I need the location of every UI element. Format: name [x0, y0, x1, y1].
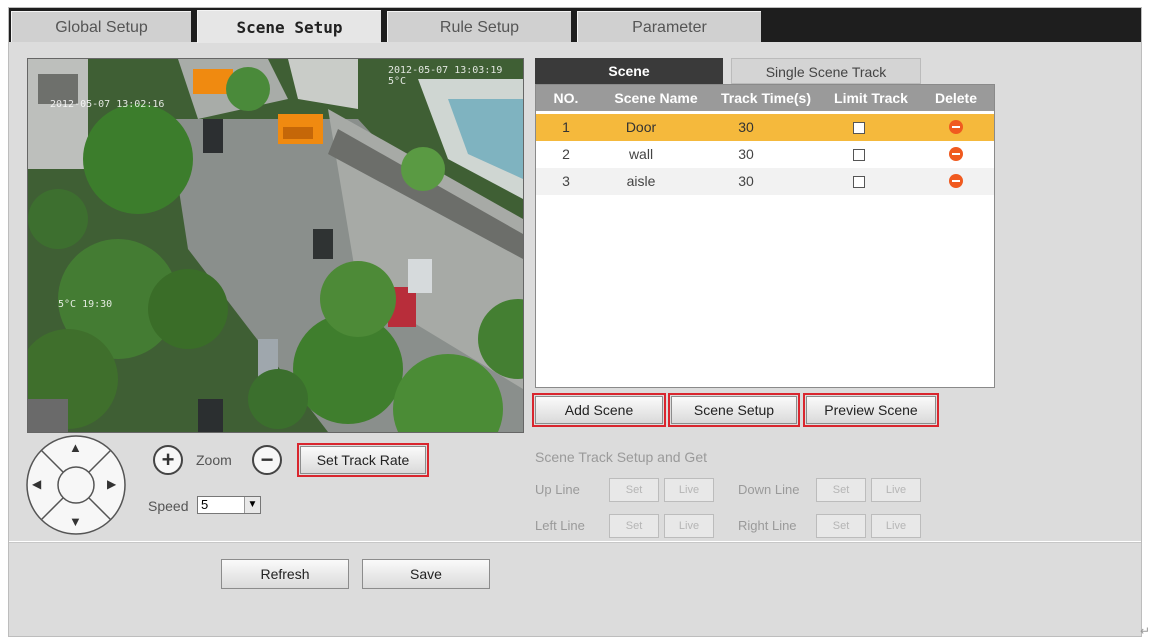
delete-icon[interactable]: [949, 174, 963, 188]
table-row[interactable]: 3 aisle 30: [536, 168, 994, 195]
up-line-label: Up Line: [535, 482, 580, 497]
scene-setup-panel: Global Setup Scene Setup Rule Setup Para…: [8, 7, 1142, 637]
row-scene-name: Door: [625, 119, 657, 135]
chevron-down-icon[interactable]: ▼: [244, 497, 260, 513]
speed-value: 5: [201, 497, 209, 512]
left-line-set-button[interactable]: Set: [609, 514, 659, 538]
down-line-label: Down Line: [738, 482, 800, 497]
section-divider-shadow: [9, 542, 1141, 543]
left-line-live-button[interactable]: Live: [664, 514, 714, 538]
osd-overlay-mid: 5°C 19:30: [58, 299, 113, 310]
scene-setup-button[interactable]: Scene Setup: [668, 393, 800, 427]
row-track-time: 30: [738, 146, 754, 162]
tab-scene-setup[interactable]: Scene Setup: [197, 10, 381, 43]
down-line-set-button[interactable]: Set: [816, 478, 866, 502]
right-line-label: Right Line: [738, 518, 797, 533]
osd-timestamp: 2012-05-07 13:03:19 5°C: [388, 65, 503, 87]
track-setup-title: Scene Track Setup and Get: [535, 449, 707, 465]
ptz-up-arrow-icon[interactable]: ▲: [69, 440, 82, 455]
col-no-header: NO.: [553, 90, 579, 106]
col-scene-name-header: Scene Name: [614, 90, 698, 106]
row-no: 1: [562, 119, 570, 135]
down-line-live-button[interactable]: Live: [871, 478, 921, 502]
col-track-time-header: Track Time(s): [720, 90, 811, 106]
row-no: 3: [562, 173, 570, 189]
speed-select[interactable]: 5 ▼: [197, 496, 261, 514]
table-row[interactable]: 2 wall 30: [536, 141, 994, 168]
col-limit-track-header: Limit Track: [834, 90, 908, 106]
speed-label: Speed: [148, 498, 189, 514]
row-track-time: 30: [738, 173, 754, 189]
tab-rule-setup[interactable]: Rule Setup: [387, 11, 571, 42]
scene-table: NO. Scene Name Track Time(s) Limit Track…: [535, 84, 995, 388]
scene-table-header: NO. Scene Name Track Time(s) Limit Track…: [536, 85, 994, 111]
ptz-left-arrow-icon[interactable]: ◀: [32, 477, 41, 491]
zoom-label: Zoom: [196, 452, 232, 468]
set-track-rate-button[interactable]: Set Track Rate: [297, 443, 429, 477]
right-line-live-button[interactable]: Live: [871, 514, 921, 538]
row-no: 2: [562, 146, 570, 162]
zoom-out-button[interactable]: −: [252, 445, 282, 475]
row-scene-name: aisle: [626, 173, 656, 189]
camera-image: [28, 59, 523, 432]
tab-single-scene-track[interactable]: Single Scene Track: [731, 58, 921, 84]
add-scene-button[interactable]: Add Scene: [532, 393, 666, 427]
preview-scene-button[interactable]: Preview Scene: [803, 393, 939, 427]
zoom-in-button[interactable]: +: [153, 445, 183, 475]
up-line-live-button[interactable]: Live: [664, 478, 714, 502]
col-delete-header: Delete: [934, 90, 978, 106]
refresh-button[interactable]: Refresh: [221, 559, 349, 589]
limit-track-checkbox[interactable]: [853, 176, 865, 188]
tab-scene[interactable]: Scene: [535, 58, 723, 84]
limit-track-checkbox[interactable]: [853, 149, 865, 161]
ptz-down-arrow-icon[interactable]: ▼: [69, 514, 82, 529]
right-line-set-button[interactable]: Set: [816, 514, 866, 538]
ptz-right-arrow-icon[interactable]: ▶: [107, 477, 116, 491]
up-line-set-button[interactable]: Set: [609, 478, 659, 502]
row-scene-name: wall: [628, 146, 654, 162]
return-mark-icon: ↵: [1140, 624, 1151, 638]
tab-global-setup[interactable]: Global Setup: [11, 11, 191, 42]
tab-parameter[interactable]: Parameter: [577, 11, 761, 42]
osd-overlay-left: 2012-05-07 13:02:16: [50, 99, 165, 110]
delete-icon[interactable]: [949, 147, 963, 161]
camera-preview[interactable]: 2012-05-07 13:03:19 5°C 2012-05-07 13:02…: [27, 58, 524, 433]
table-row[interactable]: 1 Door 30: [536, 114, 994, 141]
limit-track-checkbox[interactable]: [853, 122, 865, 134]
save-button[interactable]: Save: [362, 559, 490, 589]
top-tab-bar: Global Setup Scene Setup Rule Setup Para…: [9, 8, 1141, 43]
left-line-label: Left Line: [535, 518, 585, 533]
delete-icon[interactable]: [949, 120, 963, 134]
ptz-direction-pad[interactable]: ▲ ▼ ◀ ▶: [25, 434, 127, 536]
row-track-time: 30: [738, 119, 754, 135]
